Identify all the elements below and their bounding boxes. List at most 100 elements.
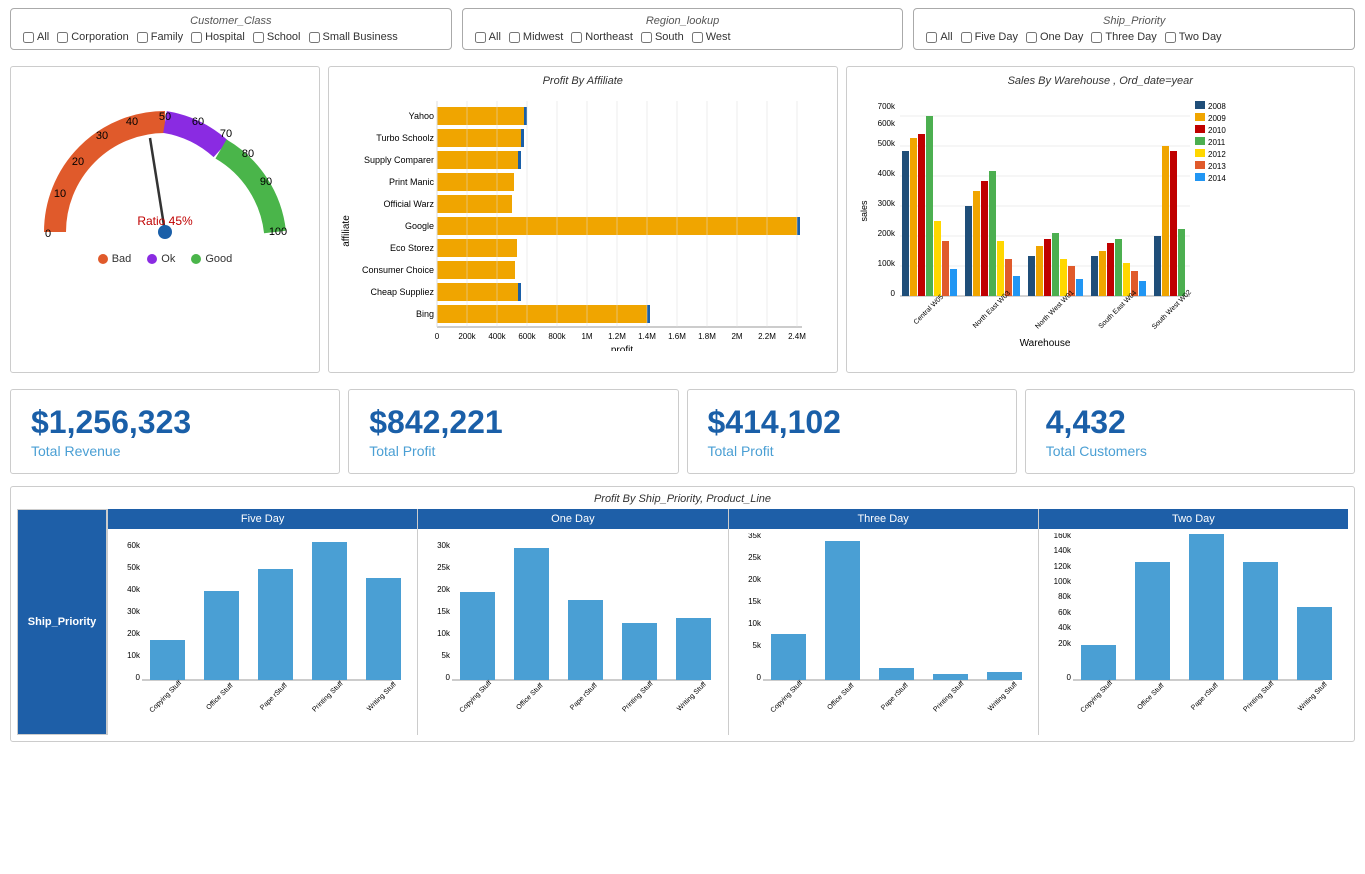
svg-text:20: 20 — [72, 156, 84, 168]
ship-priority-title: Ship_Priority — [926, 15, 1342, 27]
svg-text:1.2M: 1.2M — [608, 332, 626, 341]
svg-text:60k: 60k — [127, 541, 141, 550]
svg-text:Writing Stuff: Writing Stuff — [987, 681, 1019, 713]
filter-item-midwest[interactable]: Midwest — [509, 31, 563, 43]
svg-text:10: 10 — [54, 188, 66, 200]
legend-good-label: Good — [205, 253, 232, 265]
svg-text:Warehouse: Warehouse — [1019, 338, 1070, 349]
svg-text:2011: 2011 — [1208, 138, 1226, 147]
filter-item-one-day[interactable]: One Day — [1026, 31, 1083, 43]
svg-text:Central W05: Central W05 — [912, 294, 945, 327]
filter-item-all[interactable]: All — [475, 31, 501, 43]
svg-text:Office Stuff: Office Stuff — [205, 682, 234, 711]
legend-good: Good — [191, 253, 232, 265]
svg-text:2.4M: 2.4M — [788, 332, 806, 341]
sales-warehouse-title: Sales By Warehouse , Ord_date=year — [855, 75, 1347, 87]
svg-text:0: 0 — [136, 673, 141, 682]
filter-item-small-business[interactable]: Small Business — [309, 31, 398, 43]
one-day-chart: 30k 25k 20k 15k 10k 5k 0 — [418, 529, 727, 735]
svg-text:Supply Comparer: Supply Comparer — [364, 155, 434, 165]
kpi-label-3: Total Customers — [1046, 443, 1334, 459]
filter-item-all[interactable]: All — [926, 31, 952, 43]
filter-item-corporation[interactable]: Corporation — [57, 31, 128, 43]
svg-text:2014: 2014 — [1208, 174, 1226, 183]
legend-ok-label: Ok — [161, 253, 175, 265]
svg-text:400k: 400k — [877, 169, 895, 178]
svg-text:120k: 120k — [1053, 562, 1071, 571]
region-items: All Midwest Northeast South West — [475, 31, 891, 43]
good-dot — [191, 254, 201, 264]
bottom-chart-inner: Ship_Priority Five Day 60k 50k 40k 30k 2… — [17, 509, 1348, 735]
svg-text:80k: 80k — [1058, 592, 1072, 601]
customer-class-title: Customer_Class — [23, 15, 439, 27]
three-day-svg: 35k 25k 20k 15k 10k 5k 0 — [733, 533, 1028, 728]
svg-text:Printing Stuff: Printing Stuff — [932, 680, 965, 713]
filter-item-hospital[interactable]: Hospital — [191, 31, 245, 43]
svg-text:Google: Google — [405, 221, 434, 231]
svg-text:200k: 200k — [458, 332, 476, 341]
region-filter: Region_lookup AllMidwestNortheastSouthWe… — [462, 8, 904, 50]
svg-text:800k: 800k — [548, 332, 566, 341]
svg-text:Ratio 45%: Ratio 45% — [137, 214, 193, 228]
svg-text:Writing Stuff: Writing Stuff — [366, 681, 398, 713]
svg-text:300k: 300k — [877, 199, 895, 208]
sales-by-warehouse-chart: Sales By Warehouse , Ord_date=year 2008 … — [846, 66, 1356, 373]
svg-text:Turbo Schoolz: Turbo Schoolz — [376, 133, 434, 143]
svg-text:Office Stuff: Office Stuff — [516, 682, 545, 711]
gauge-legend: Bad Ok Good — [98, 253, 233, 265]
svg-text:sales: sales — [859, 200, 869, 222]
svg-text:Printing Stuff: Printing Stuff — [622, 680, 655, 713]
bottom-chart-title: Profit By Ship_Priority, Product_Line — [17, 493, 1348, 505]
legend-bad: Bad — [98, 253, 132, 265]
svg-text:1M: 1M — [581, 332, 592, 341]
ship-priority-items: All Five Day One Day Three Day Two Day — [926, 31, 1342, 43]
kpi-value-0: $1,256,323 — [31, 404, 319, 441]
svg-text:1.6M: 1.6M — [668, 332, 686, 341]
profit-affiliate-svg: affiliate Yahoo Turbo Schoolz Supply Com… — [337, 91, 807, 351]
filter-item-two-day[interactable]: Two Day — [1165, 31, 1222, 43]
filter-item-northeast[interactable]: Northeast — [571, 31, 633, 43]
filter-item-three-day[interactable]: Three Day — [1091, 31, 1156, 43]
sales-warehouse-svg: 2008 2009 2010 2011 2012 2013 2014 0 100… — [855, 91, 1285, 361]
three-day-chart: 35k 25k 20k 15k 10k 5k 0 — [729, 529, 1038, 735]
svg-text:25k: 25k — [748, 553, 762, 562]
svg-text:60k: 60k — [1058, 608, 1072, 617]
svg-text:25k: 25k — [437, 563, 451, 572]
svg-text:2.2M: 2.2M — [758, 332, 776, 341]
filter-item-south[interactable]: South — [641, 31, 684, 43]
svg-text:Pape rStuff: Pape rStuff — [259, 682, 289, 712]
filter-item-family[interactable]: Family — [137, 31, 183, 43]
two-day-svg: 160k 140k 120k 100k 80k 60k 40k 20k 0 — [1043, 533, 1338, 728]
svg-text:Copying Stuff: Copying Stuff — [769, 680, 804, 715]
legend-bad-label: Bad — [112, 253, 132, 265]
svg-text:15k: 15k — [437, 607, 451, 616]
filter-item-five-day[interactable]: Five Day — [961, 31, 1018, 43]
gauge-chart: 0 10 20 30 40 50 60 70 80 90 100 Ratio 4… — [10, 66, 320, 373]
svg-text:60: 60 — [192, 116, 204, 128]
ok-dot — [147, 254, 157, 264]
svg-text:10k: 10k — [748, 619, 762, 628]
kpi-box-2: $414,102Total Profit — [687, 389, 1017, 474]
filter-item-west[interactable]: West — [692, 31, 731, 43]
filter-item-school[interactable]: School — [253, 31, 301, 43]
profit-affiliate-title: Profit By Affiliate — [337, 75, 829, 87]
svg-text:30: 30 — [96, 130, 108, 142]
svg-text:Copying Stuff: Copying Stuff — [149, 680, 184, 715]
one-day-col: One Day 30k 25k 20k 15k 10k 5k 0 — [417, 509, 727, 735]
five-day-col: Five Day 60k 50k 40k 30k 20k 10k 0 — [107, 509, 417, 735]
filter-item-all[interactable]: All — [23, 31, 49, 43]
svg-text:2008: 2008 — [1208, 102, 1226, 111]
svg-text:200k: 200k — [877, 229, 895, 238]
svg-text:1.4M: 1.4M — [638, 332, 656, 341]
svg-text:Print Manic: Print Manic — [389, 177, 435, 187]
svg-text:20k: 20k — [748, 575, 762, 584]
svg-text:40k: 40k — [1058, 623, 1072, 632]
svg-text:Eco Storez: Eco Storez — [390, 243, 435, 253]
five-day-svg: 60k 50k 40k 30k 20k 10k 0 — [112, 533, 407, 728]
svg-text:100k: 100k — [877, 259, 895, 268]
svg-text:profit: profit — [611, 345, 633, 351]
svg-text:Pape rStuff: Pape rStuff — [569, 682, 599, 712]
kpi-box-1: $842,221Total Profit — [348, 389, 678, 474]
svg-text:50k: 50k — [127, 563, 141, 572]
svg-text:Bing: Bing — [416, 309, 434, 319]
